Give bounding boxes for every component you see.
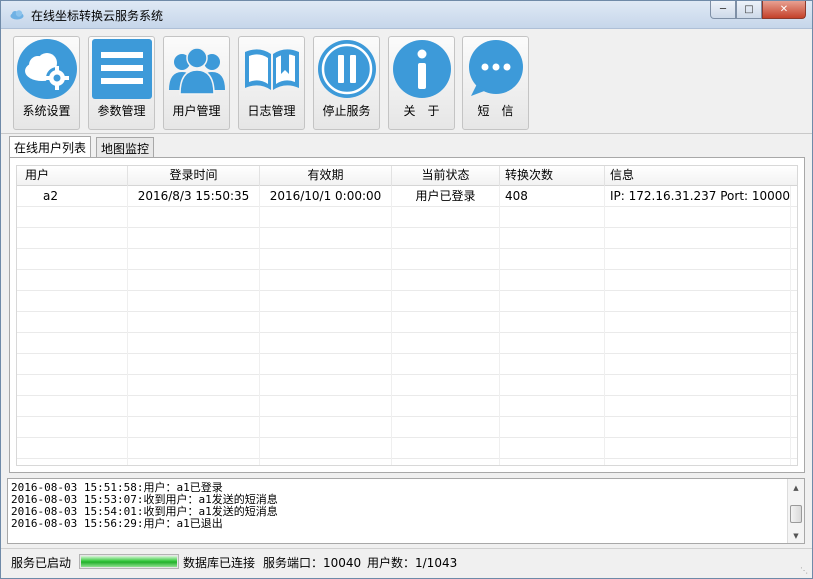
service-state-text: 服务已启动 <box>11 556 72 570</box>
main-window: 在线坐标转换云服务系统 ─ □ ✕ 系统设置 参数管理 用户管理 日志管理 停止… <box>0 0 813 579</box>
column-header-expiry[interactable]: 有效期 <box>260 166 392 186</box>
log-scrollbar[interactable]: ▲ ▼ <box>787 479 804 543</box>
close-icon: ✕ <box>779 4 789 15</box>
log-management-label: 日志管理 <box>247 104 296 118</box>
cell-status: 用户已登录 <box>392 186 500 206</box>
sms-label: 短 信 <box>477 104 514 118</box>
online-users-panel: 用户 登录时间 有效期 当前状态 转换次数 信息 a2 2016/8/3 15:… <box>9 157 805 473</box>
maximize-button[interactable]: □ <box>736 1 762 19</box>
empty-row <box>17 270 797 291</box>
cloud-app-icon <box>10 10 24 20</box>
empty-row <box>17 207 797 228</box>
user-management-label: 用户管理 <box>172 104 221 118</box>
cell-info: IP: 172.16.31.237 Port: 10000 <box>605 186 797 206</box>
toolbar: 系统设置 参数管理 用户管理 日志管理 停止服务 关 于 短 信 <box>1 30 812 134</box>
column-divider <box>790 186 791 465</box>
scroll-up-arrow-icon[interactable]: ▲ <box>791 483 801 493</box>
online-users-grid[interactable]: 用户 登录时间 有效期 当前状态 转换次数 信息 a2 2016/8/3 15:… <box>16 165 798 466</box>
system-settings-label: 系统设置 <box>22 104 71 118</box>
cloud-gear-icon <box>17 39 77 99</box>
empty-row <box>17 417 797 438</box>
close-button[interactable]: ✕ <box>762 1 806 19</box>
about-button[interactable]: 关 于 <box>388 36 455 130</box>
scroll-thumb[interactable] <box>790 505 802 523</box>
system-settings-button[interactable]: 系统设置 <box>13 36 80 130</box>
empty-row <box>17 438 797 459</box>
list-icon <box>92 39 152 99</box>
log-management-button[interactable]: 日志管理 <box>238 36 305 130</box>
cell-user: a2 <box>17 186 128 206</box>
column-divider <box>391 186 392 465</box>
empty-row <box>17 228 797 249</box>
title-bar[interactable]: 在线坐标转换云服务系统 ─ □ ✕ <box>1 1 812 29</box>
empty-row <box>17 333 797 354</box>
parameter-management-button[interactable]: 参数管理 <box>88 36 155 130</box>
empty-row <box>17 291 797 312</box>
log-textarea[interactable]: 2016-08-03 15:51:58:用户：a1已登录 2016-08-03 … <box>7 478 805 544</box>
parameter-management-label: 参数管理 <box>97 104 146 118</box>
service-progress-bar <box>79 554 179 569</box>
user-management-button[interactable]: 用户管理 <box>163 36 230 130</box>
stop-service-label: 停止服务 <box>322 104 371 118</box>
empty-row <box>17 249 797 270</box>
cell-conversion-count: 408 <box>500 186 605 206</box>
about-label: 关 于 <box>403 104 440 118</box>
column-header-status[interactable]: 当前状态 <box>392 166 500 186</box>
cell-login-time: 2016/8/3 15:50:35 <box>128 186 260 206</box>
column-header-login-time[interactable]: 登录时间 <box>128 166 260 186</box>
column-header-conversion-count[interactable]: 转换次数 <box>500 166 605 186</box>
user-count-text: 用户数：1/1043 <box>367 556 458 570</box>
pause-icon <box>318 40 376 98</box>
empty-row <box>17 375 797 396</box>
log-lines: 2016-08-03 15:51:58:用户：a1已登录 2016-08-03 … <box>11 482 278 530</box>
grid-header: 用户 登录时间 有效期 当前状态 转换次数 信息 <box>17 166 797 186</box>
column-divider <box>499 186 500 465</box>
maximize-icon: □ <box>744 4 754 15</box>
column-divider <box>604 186 605 465</box>
minimize-icon: ─ <box>719 4 727 15</box>
users-icon <box>169 47 225 95</box>
log-line: 2016-08-03 15:56:29:用户：a1已退出 <box>11 517 223 530</box>
table-row[interactable]: a2 2016/8/3 15:50:35 2016/10/1 0:00:00 用… <box>17 186 797 207</box>
info-icon <box>393 40 451 98</box>
minimize-button[interactable]: ─ <box>710 1 736 19</box>
empty-row <box>17 312 797 333</box>
empty-row <box>17 396 797 417</box>
column-header-user[interactable]: 用户 <box>17 166 128 186</box>
service-port-text: 服务端口：10040 <box>263 556 362 570</box>
chat-icon <box>469 40 523 96</box>
tab-online-users[interactable]: 在线用户列表 <box>9 136 92 157</box>
tab-map-monitor[interactable]: 地图监控 <box>96 137 155 157</box>
column-divider <box>259 186 260 465</box>
progress-fill <box>81 556 177 567</box>
database-state-text: 数据库已连接 <box>183 556 256 570</box>
sms-button[interactable]: 短 信 <box>462 36 529 130</box>
empty-row <box>17 354 797 375</box>
resize-grip-icon[interactable]: ⋱ <box>800 566 810 576</box>
column-divider <box>127 186 128 465</box>
stop-service-button[interactable]: 停止服务 <box>313 36 380 130</box>
scroll-down-arrow-icon[interactable]: ▼ <box>791 531 801 541</box>
status-bar: 服务已启动 数据库已连接 服务端口：10040 用户数：1/1043 ⋱ <box>1 548 812 578</box>
cell-expiry: 2016/10/1 0:00:00 <box>260 186 392 206</box>
book-icon <box>245 49 299 90</box>
column-header-info[interactable]: 信息 <box>605 166 797 186</box>
window-title: 在线坐标转换云服务系统 <box>31 9 164 23</box>
